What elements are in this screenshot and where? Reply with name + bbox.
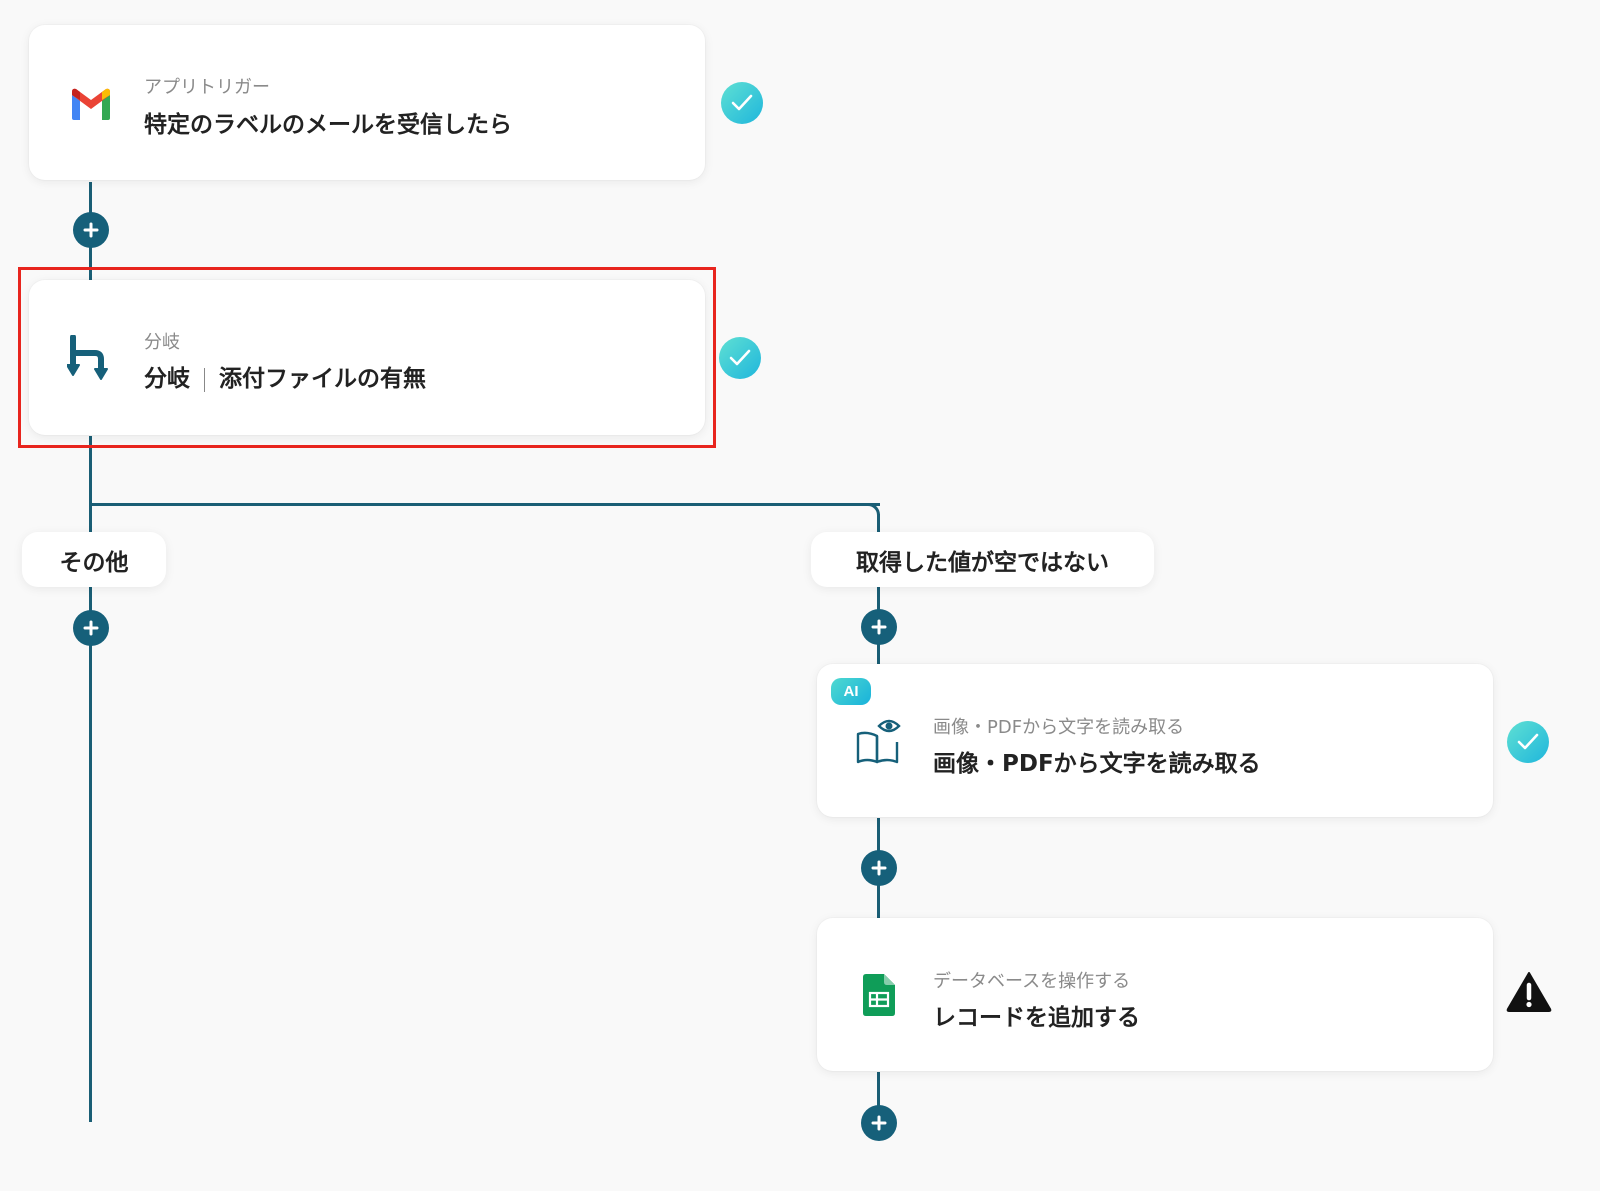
branch-complete-check-icon	[719, 337, 761, 379]
gmail-icon	[69, 87, 113, 125]
branch-step-card[interactable]: 分岐 分岐 添付ファイルの有無	[29, 280, 705, 435]
trigger-step-card[interactable]: アプリトリガー 特定のラベルのメールを受信したら	[29, 25, 705, 180]
sheet-step-title: レコードを追加する	[933, 1005, 1140, 1031]
branch-label-not-empty[interactable]: 取得した値が空ではない	[811, 532, 1154, 587]
ai-badge: AI	[831, 678, 871, 705]
connector-right-branch-down	[877, 514, 880, 534]
trigger-step-subtitle: アプリトリガー	[144, 77, 270, 98]
trigger-step-title: 特定のラベルのメールを受信したら	[144, 112, 512, 138]
connector-sheet-end	[877, 1072, 880, 1108]
book-eye-icon	[855, 716, 903, 770]
add-step-button[interactable]	[861, 1105, 897, 1141]
title-separator	[204, 367, 205, 392]
add-step-button[interactable]	[73, 212, 109, 248]
connector-branch-horizontal	[89, 503, 880, 506]
branch-step-title-type: 分岐	[144, 366, 190, 392]
ocr-complete-check-icon	[1507, 721, 1549, 763]
ocr-step-subtitle: 画像・PDFから文字を読み取る	[933, 717, 1185, 738]
warning-icon	[1506, 970, 1552, 1016]
add-step-button-other[interactable]	[73, 610, 109, 646]
branch-label-other[interactable]: その他	[22, 532, 166, 587]
branch-icon	[66, 334, 115, 387]
ocr-step-card[interactable]: AI 画像・PDFから文字を読み取る 画像・PDFから文字を読み取る	[817, 664, 1493, 817]
trigger-complete-check-icon	[721, 82, 763, 124]
google-sheets-icon	[863, 974, 895, 1020]
branch-step-subtitle: 分岐	[144, 332, 180, 353]
sheet-step-subtitle: データベースを操作する	[933, 971, 1131, 992]
add-step-button-not-empty[interactable]	[861, 609, 897, 645]
add-step-button[interactable]	[861, 850, 897, 886]
sheet-step-card[interactable]: データベースを操作する レコードを追加する	[817, 918, 1493, 1071]
ocr-step-title: 画像・PDFから文字を読み取る	[933, 751, 1261, 777]
branch-step-title: 分岐 添付ファイルの有無	[144, 359, 426, 393]
branch-step-title-name: 添付ファイルの有無	[219, 366, 426, 392]
